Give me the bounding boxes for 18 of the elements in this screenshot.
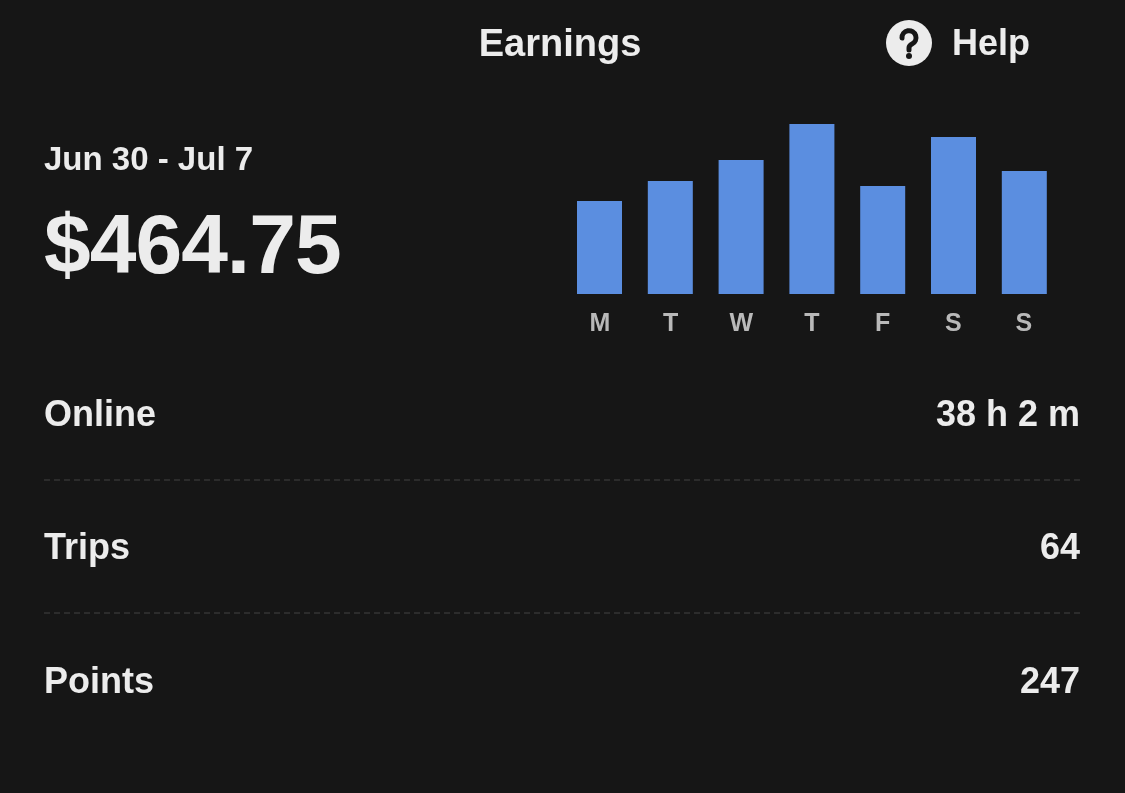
stat-label: Trips [44,525,131,568]
stat-label: Online [44,392,156,435]
stat-label: Points [44,659,154,702]
earnings-total: $464.75 [44,196,341,293]
day-label: S [1014,308,1034,337]
stat-value: 38 h 2 m [935,392,1080,435]
stat-value: 247 [1019,659,1080,702]
help-icon [886,20,932,66]
date-range: Jun 30 - Jul 7 [44,140,255,178]
screen-title: Earnings [478,21,642,65]
day-label: W [728,308,755,337]
day-label: T [662,308,680,337]
day-label: F [874,308,892,337]
day-label: T [803,308,821,337]
day-label: M [588,308,612,337]
day-label: S [943,308,963,337]
stat-value: 64 [1039,525,1080,568]
help-button[interactable]: Help [886,20,1030,66]
